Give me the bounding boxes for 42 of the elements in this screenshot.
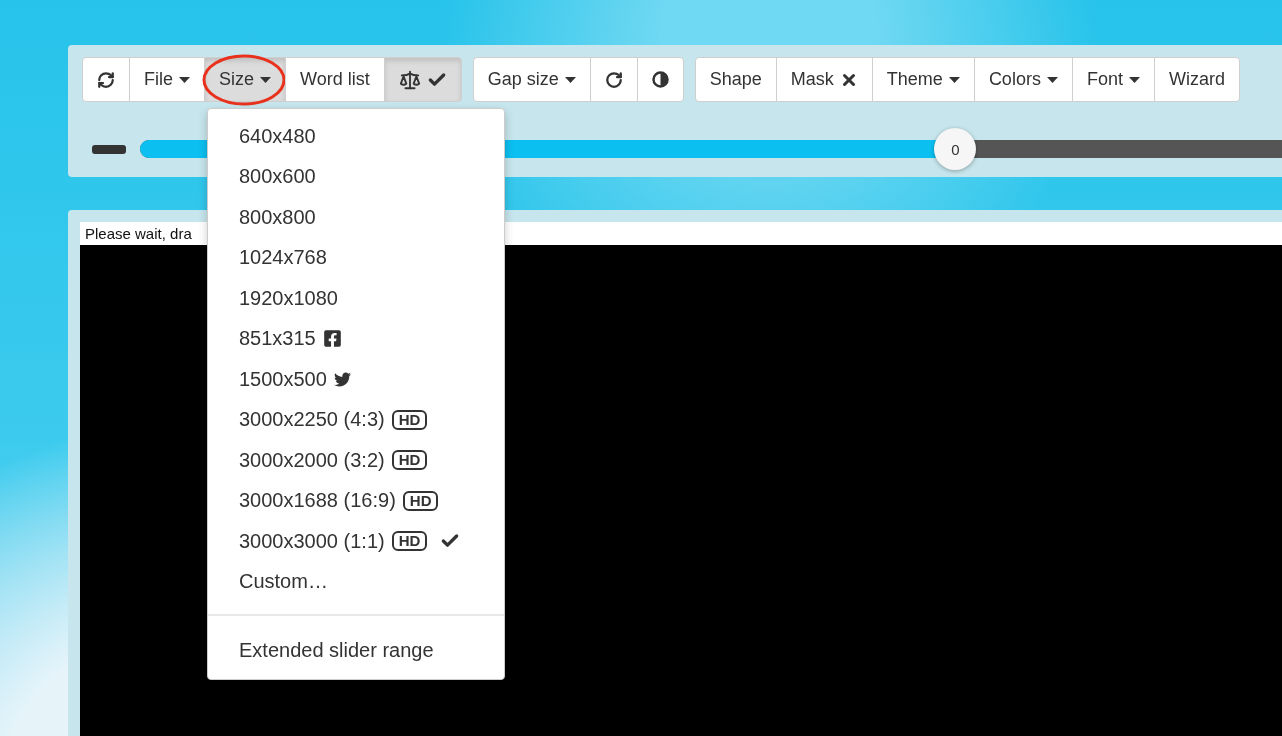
- menu-item[interactable]: 851x315: [208, 318, 504, 359]
- icon-button[interactable]: [636, 57, 684, 102]
- menu-item[interactable]: 800x600: [208, 156, 504, 197]
- refresh-icon: [97, 70, 115, 89]
- bird-icon: [333, 370, 351, 388]
- caret-icon: [1128, 76, 1140, 83]
- menu-item[interactable]: Custom…: [208, 561, 504, 602]
- menu-item[interactable]: 640x480: [208, 116, 504, 157]
- slider-thumb[interactable]: 0: [934, 128, 977, 170]
- contrast-icon: [651, 71, 669, 88]
- caret-icon: [564, 76, 576, 83]
- menu-item[interactable]: 3000x2250 (4:3) HD: [208, 399, 504, 440]
- toolbar-button[interactable]: Font: [1071, 57, 1155, 102]
- hd-badge: HD: [391, 409, 428, 430]
- menu-item[interactable]: 1920x1080: [208, 278, 504, 319]
- menu-item[interactable]: 3000x2000 (3:2) HD: [208, 440, 504, 481]
- toolbar-button[interactable]: Theme: [871, 57, 975, 102]
- menu-item[interactable]: Extended slider range: [208, 630, 504, 671]
- caret-icon: [1046, 76, 1058, 83]
- minus-icon: [92, 144, 126, 154]
- icon-button[interactable]: [82, 57, 130, 102]
- toolbar-button[interactable]: Word list: [285, 57, 385, 102]
- icon-button[interactable]: [589, 57, 638, 102]
- scale-icon: [398, 68, 421, 91]
- menu-item[interactable]: 3000x3000 (1:1) HD: [208, 521, 504, 562]
- caret-icon: [260, 76, 272, 83]
- redo-icon: [604, 70, 623, 89]
- toolbar-button[interactable]: Shape: [694, 57, 777, 102]
- toolbar-button[interactable]: Colors: [973, 57, 1073, 102]
- icon-button[interactable]: [383, 57, 462, 102]
- facebook-icon: [322, 329, 342, 349]
- hd-badge: HD: [391, 531, 428, 552]
- hd-badge: HD: [391, 450, 428, 471]
- menu-item[interactable]: 1500x500: [208, 359, 504, 400]
- hd-badge: HD: [402, 490, 439, 511]
- caret-icon: [948, 76, 960, 83]
- caret-icon: [179, 76, 190, 83]
- toolbar-button[interactable]: File: [129, 57, 205, 102]
- toolbar-button[interactable]: Wizard: [1153, 57, 1240, 102]
- menu-item[interactable]: 3000x1688 (16:9) HD: [208, 480, 504, 521]
- toolbar-button[interactable]: Mask: [775, 57, 873, 102]
- toolbar-button[interactable]: Gap size: [472, 57, 591, 102]
